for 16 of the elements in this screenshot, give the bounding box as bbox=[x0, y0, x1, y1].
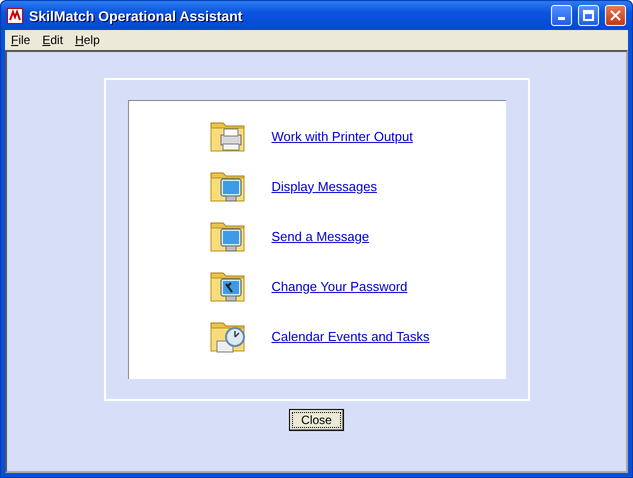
minimize-button[interactable] bbox=[551, 5, 572, 26]
window-title: SkilMatch Operational Assistant bbox=[29, 8, 244, 24]
maximize-button[interactable] bbox=[578, 5, 599, 26]
close-icon bbox=[610, 10, 621, 21]
menu-item[interactable]: File bbox=[7, 33, 34, 47]
close-window-button[interactable] bbox=[605, 5, 626, 26]
menu-item[interactable]: Edit bbox=[38, 33, 68, 47]
maximize-icon bbox=[583, 10, 594, 21]
app-logo-icon bbox=[7, 8, 23, 24]
close-button[interactable]: Close bbox=[289, 409, 344, 431]
menu-item[interactable]: Help bbox=[71, 33, 104, 47]
task-link[interactable]: Send a Message bbox=[272, 228, 370, 244]
task-link[interactable]: Change Your Password bbox=[272, 278, 408, 294]
task-link[interactable]: Calendar Events and Tasks bbox=[272, 328, 430, 344]
task-link[interactable]: Work with Printer Output bbox=[272, 128, 413, 144]
task-link[interactable]: Display Messages bbox=[272, 178, 377, 194]
